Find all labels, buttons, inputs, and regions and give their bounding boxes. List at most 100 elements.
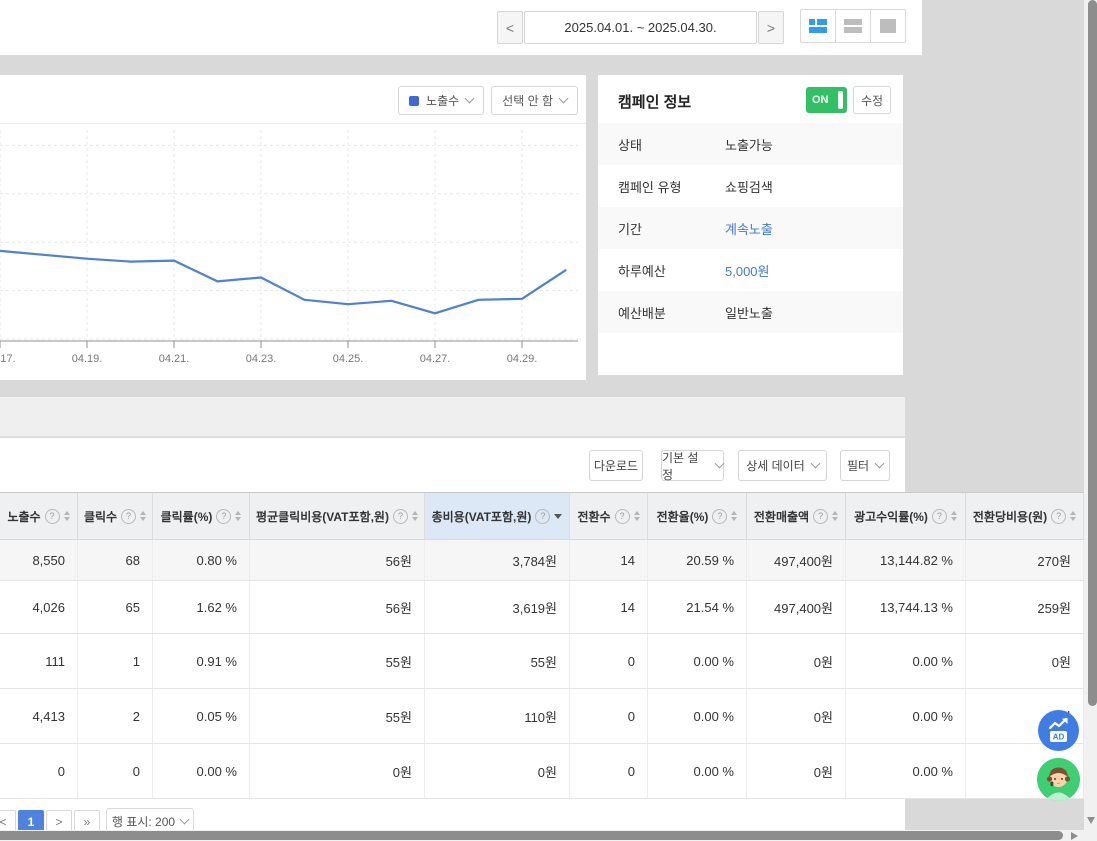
table-cell: 65	[78, 581, 153, 633]
column-header-2[interactable]: 클릭수?	[78, 493, 153, 539]
campaign-detail-row: 상태노출가능	[598, 123, 903, 165]
help-icon[interactable]: ?	[121, 509, 136, 524]
campaign-detail-row: 기간계속노출	[598, 207, 903, 249]
detail-value-link[interactable]: 계속노출	[725, 219, 773, 238]
column-header-7[interactable]: 전환율(%)?	[648, 493, 747, 539]
table-cell: 55원	[250, 634, 425, 688]
double-chevron-right-icon: »	[84, 815, 91, 829]
detail-label: 예산배분	[598, 303, 725, 322]
help-icon[interactable]: ?	[45, 509, 60, 524]
metric-legend-swatch	[409, 96, 419, 106]
download-label: 다운로드	[594, 457, 638, 474]
column-header-4[interactable]: 평균클릭비용(VAT포함,원)?	[250, 493, 425, 539]
table-cell: 0.00 %	[648, 744, 747, 798]
table-cell: 13,744.13 %	[846, 581, 966, 633]
secondary-metric-dropdown[interactable]: 선택 안 함	[491, 86, 578, 115]
campaign-info-panel: 캠페인 정보 ON 수정 상태노출가능캠페인 유형쇼핑검색기간계속노출하루예산5…	[598, 75, 903, 375]
date-range-field[interactable]: 2025.04.01. ~ 2025.04.30.	[524, 11, 757, 44]
edit-campaign-button[interactable]: 수정	[853, 86, 891, 114]
date-next-button[interactable]: >	[758, 11, 784, 44]
column-header-6[interactable]: 전환수?	[570, 493, 648, 539]
column-header-8[interactable]: 전환매출액?	[747, 493, 846, 539]
help-icon[interactable]: ?	[1051, 509, 1066, 524]
chevron-down-icon	[810, 459, 820, 469]
view-split-button[interactable]	[800, 9, 836, 43]
scroll-right-arrow-icon[interactable]	[1071, 832, 1078, 840]
support-agent-icon	[1037, 758, 1080, 801]
table-cell: 4,413	[0, 689, 78, 743]
column-label: 클릭수	[84, 508, 117, 525]
table-cell: 13,144.82 %	[846, 540, 966, 580]
column-label: 전환당비용(원)	[973, 508, 1047, 525]
basic-settings-dropdown[interactable]: 기본 설정	[661, 450, 724, 481]
sort-icon	[64, 511, 70, 521]
download-button[interactable]: 다운로드	[589, 450, 643, 481]
help-icon[interactable]: ?	[813, 509, 828, 524]
campaign-info-title: 캠페인 정보	[618, 91, 691, 112]
campaign-detail-row: 캠페인 유형쇼핑검색	[598, 165, 903, 207]
detail-data-dropdown[interactable]: 상세 데이터	[738, 450, 827, 481]
svg-text:04.25.: 04.25.	[333, 353, 364, 365]
column-label: 광고수익률(%)	[854, 508, 928, 525]
chevron-right-icon: >	[767, 20, 775, 36]
view-rows-button[interactable]	[835, 9, 871, 43]
column-header-10[interactable]: 전환당비용(원)?	[966, 493, 1084, 539]
table-cell: 0	[570, 689, 648, 743]
table-header-row: 노출수?클릭수?클릭률(%)?평균클릭비용(VAT포함,원)?총비용(VAT포함…	[0, 492, 1084, 540]
detail-value: 노출가능	[725, 135, 773, 154]
column-label: 클릭률(%)	[161, 508, 213, 525]
table-cell: 0.00 %	[846, 634, 966, 688]
svg-text:04.29.: 04.29.	[507, 353, 538, 365]
detail-label: 캠페인 유형	[598, 177, 725, 196]
view-toggle-group	[800, 9, 906, 43]
sort-icon	[235, 511, 241, 521]
column-header-3[interactable]: 클릭률(%)?	[153, 493, 250, 539]
campaign-detail-row: 하루예산5,000원	[598, 249, 903, 291]
chevron-down-icon	[180, 815, 190, 825]
filter-dropdown[interactable]: 필터	[840, 450, 890, 481]
support-chat-fab[interactable]	[1037, 758, 1080, 801]
table-cell: 1.62 %	[153, 581, 250, 633]
help-icon[interactable]: ?	[932, 509, 947, 524]
svg-text:04.23.: 04.23.	[246, 353, 277, 365]
filter-label: 필터	[847, 457, 869, 474]
table-cell: 0원	[425, 744, 570, 798]
split-layout-icon	[809, 19, 827, 33]
column-header-1[interactable]: 노출수?	[0, 493, 78, 539]
date-range-text: 2025.04.01. ~ 2025.04.30.	[564, 20, 716, 35]
column-header-5[interactable]: 총비용(VAT포함,원)?	[425, 493, 570, 539]
table-cell: 2	[78, 689, 153, 743]
table-cell: 0	[78, 744, 153, 798]
column-label: 전환율(%)	[657, 508, 709, 525]
pagination-bar: < 1 > » 행 표시: 200	[0, 799, 905, 830]
column-header-9[interactable]: 광고수익률(%)?	[846, 493, 966, 539]
table-cell: 20.59 %	[648, 540, 747, 580]
campaign-detail-list: 상태노출가능캠페인 유형쇼핑검색기간계속노출하루예산5,000원예산배분일반노출	[598, 123, 903, 333]
basic-settings-label: 기본 설정	[662, 449, 709, 483]
help-icon[interactable]: ?	[615, 509, 630, 524]
ad-report-fab[interactable]: AD	[1038, 710, 1079, 751]
svg-text:04.27.: 04.27.	[420, 353, 451, 365]
campaign-on-toggle[interactable]: ON	[806, 87, 847, 113]
help-icon[interactable]: ?	[393, 509, 408, 524]
date-prev-button[interactable]: <	[497, 11, 523, 44]
metric-dropdown[interactable]: 노출수	[398, 86, 484, 115]
chart-panel: 노출수 선택 안 함 17.04.19.04.21.04.23.04.25.04…	[0, 75, 586, 380]
view-full-button[interactable]	[870, 9, 906, 43]
sort-icon	[951, 511, 957, 521]
help-icon[interactable]: ?	[535, 509, 550, 524]
chevron-right-icon: >	[55, 815, 62, 829]
help-icon[interactable]: ?	[712, 509, 727, 524]
detail-value-link[interactable]: 5,000원	[725, 261, 770, 280]
detail-label: 기간	[598, 219, 725, 238]
table-row: 11110.91 %55원55원00.00 %0원0.00 %0원	[0, 634, 1084, 689]
table-cell: 56원	[250, 581, 425, 633]
table-cell: 68	[78, 540, 153, 580]
table-cell: 56원	[250, 540, 425, 580]
vertical-scrollbar-thumb[interactable]	[1088, 0, 1097, 706]
table-row: 000.00 %0원0원00.00 %0원0.00 %0원	[0, 744, 1084, 799]
scroll-down-arrow-icon[interactable]	[1087, 817, 1095, 824]
horizontal-scrollbar-thumb[interactable]	[0, 831, 1063, 840]
edit-button-label: 수정	[861, 92, 883, 109]
help-icon[interactable]: ?	[216, 509, 231, 524]
